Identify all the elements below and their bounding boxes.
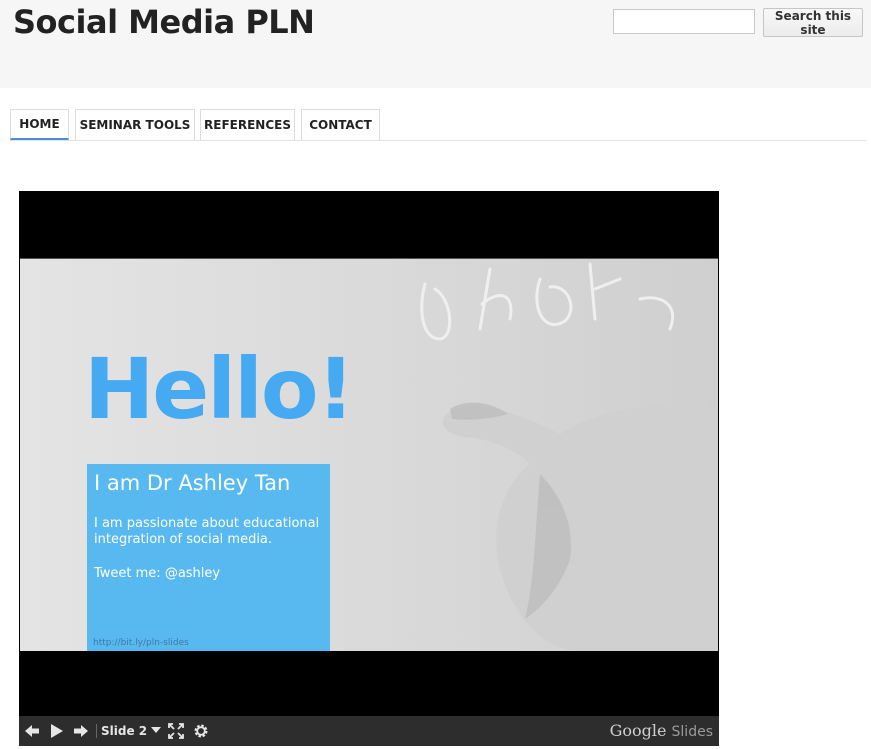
google-slides-logo[interactable]: Google Slides <box>610 721 713 740</box>
slide-headline: Hello! <box>84 340 355 438</box>
site-title[interactable]: Social Media PLN <box>13 3 315 41</box>
slide-canvas[interactable]: Hello! I am Dr Ashley Tan I am passionat… <box>20 258 718 651</box>
fullscreen-icon[interactable] <box>168 723 184 744</box>
slide-select[interactable]: Slide 2 <box>101 723 162 739</box>
chevron-down-icon <box>151 724 162 738</box>
slide-tweet: Tweet me: @ashley <box>94 566 221 581</box>
gear-icon[interactable] <box>193 723 209 744</box>
tab-seminar-tools[interactable]: SEMINAR TOOLS <box>75 109 195 140</box>
arrow-right-icon[interactable] <box>73 723 89 744</box>
tab-home[interactable]: HOME <box>10 109 69 140</box>
site-header: Social Media PLN Search this site <box>0 0 871 88</box>
arrow-left-icon[interactable] <box>24 723 40 744</box>
brand-slides: Slides <box>671 724 713 740</box>
slide-info-box: I am Dr Ashley Tan I am passionate about… <box>87 464 330 651</box>
slides-embed[interactable]: Hello! I am Dr Ashley Tan I am passionat… <box>19 191 719 746</box>
search-input[interactable] <box>613 9 755 34</box>
slides-control-bar: Slide 2 Google Slides <box>19 716 719 746</box>
slide-presenter-name: I am Dr Ashley Tan <box>94 471 291 495</box>
play-icon[interactable] <box>49 723 65 744</box>
slide-description: I am passionate about educational integr… <box>94 516 320 547</box>
nav-divider <box>10 140 866 141</box>
tab-references[interactable]: REFERENCES <box>200 109 295 140</box>
slide-url: http://bit.ly/pln-slides <box>93 638 189 648</box>
control-separator <box>96 724 97 738</box>
brand-google: Google <box>609 721 667 740</box>
tab-contact[interactable]: CONTACT <box>301 109 380 140</box>
current-slide-label: Slide 2 <box>101 724 148 738</box>
search-button[interactable]: Search this site <box>763 8 863 37</box>
